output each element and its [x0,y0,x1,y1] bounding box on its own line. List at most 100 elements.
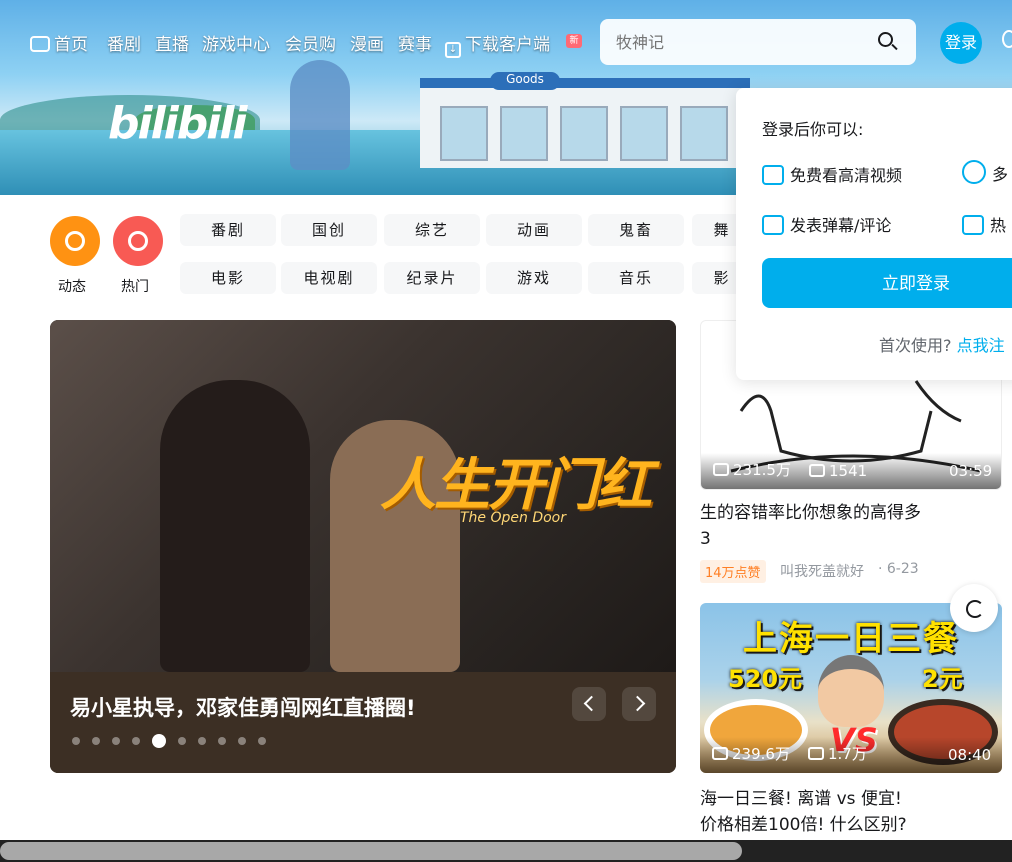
carousel-dot[interactable] [72,736,80,745]
store-window [680,106,728,161]
benefit-label: 热 [990,216,1007,235]
carousel-dot[interactable] [238,736,246,745]
channel-movie[interactable]: 电影 [180,262,276,294]
store-window [620,106,668,161]
search-icon-handle [891,43,898,51]
store-window [560,106,608,161]
view-count-value: 231.5万 [733,461,791,479]
view-count: 239.6万 [712,743,790,764]
nav-game-center[interactable]: 游戏中心 [202,30,270,55]
danmaku-count-value: 1.7万 [828,745,867,763]
top-nav: 首页 番剧 直播 游戏中心 会员购 漫画 赛事 ↓下载客户端 新 登录 [0,0,1012,80]
hot-label[interactable]: 热门 [121,276,149,296]
benefit-hd-video: 免费看高清视频 [762,162,902,186]
nav-esports[interactable]: 赛事 [398,30,432,55]
benefit-comment: 发表弹幕/评论 [762,212,891,236]
danmaku-icon [809,464,825,477]
channel-documentary[interactable]: 纪录片 [384,262,480,294]
thumbnail-person [818,655,884,727]
store-window [440,106,488,161]
tv-icon [30,36,50,52]
video-duration: 08:40 [948,746,992,764]
popover-title: 登录后你可以: [762,120,864,139]
poster-figure [160,380,310,672]
view-count-value: 239.6万 [732,745,790,763]
first-use-label: 首次使用? [879,336,952,355]
hot-video-icon [962,215,984,235]
carousel-indicators [72,730,278,748]
carousel-dot[interactable] [218,736,226,745]
carousel-slide-image[interactable]: 人生开门红 The Open Door [50,320,676,672]
scrollbar-thumb[interactable] [0,842,742,860]
nav-home[interactable]: 首页 [30,30,88,55]
nav-home-label: 首页 [54,35,88,55]
login-avatar-button[interactable]: 登录 [940,22,982,64]
benefit-label: 多 [992,165,1009,184]
vip-icon[interactable] [1002,30,1012,48]
search-bar [600,19,916,65]
download-icon: ↓ [445,42,461,58]
carousel-dot[interactable] [132,736,140,745]
login-now-button[interactable]: 立即登录 [762,258,1012,308]
register-link[interactable]: 点我注 [957,336,1005,355]
play-icon [713,463,729,476]
nav-vip-shop[interactable]: 会员购 [285,30,336,55]
nav-live[interactable]: 直播 [155,30,189,55]
banner-store: Goods [420,72,750,168]
thumbnail-stats: 231.5万 1541 03:59 [701,453,1001,489]
likes-badge: 14万点赞 [700,560,766,583]
video-title-line: 生的容错率比你想象的高得多 [700,503,921,523]
thumbnail-price: 520元 [728,665,803,693]
nav-manga[interactable]: 漫画 [350,30,384,55]
channel-guochuang[interactable]: 国创 [281,214,377,246]
dynamic-button[interactable] [50,216,100,266]
channel-music[interactable]: 音乐 [588,262,684,294]
danmaku-list-icon [762,215,784,235]
video-title-line: 价格相差100倍! 什么区别? [700,815,907,835]
play-icon [712,747,728,760]
dynamic-icon [65,231,85,251]
benefit-multi: 多 [962,160,1008,185]
danmaku-count: 1541 [809,462,867,480]
search-input[interactable] [614,28,826,56]
nav-download[interactable]: ↓ 下载客户端 [445,30,550,58]
video-title[interactable]: 海一日三餐! 离谱 vs 便宜! 价格相差100倍! 什么区别? [700,786,1002,838]
video-card-thumbnail[interactable]: 上海一日三餐 520元 2元 VS 239.6万 1.7万 08:40 [700,603,1002,773]
poster-subtitle: The Open Door [460,510,566,526]
channel-animation[interactable]: 动画 [486,214,582,246]
refresh-icon[interactable] [950,584,998,632]
carousel-next-button[interactable] [622,687,656,721]
uploader-name[interactable]: 叫我死盖就好 [780,561,864,581]
video-title-line: 3 [700,529,711,549]
channel-variety[interactable]: 综艺 [384,214,480,246]
benefit-hot: 热 [962,212,1006,236]
dynamic-label[interactable]: 动态 [58,276,86,296]
carousel-dot[interactable] [178,736,186,745]
hot-button[interactable] [113,216,163,266]
benefit-label: 发表弹幕/评论 [790,216,892,235]
carousel-dot[interactable] [112,736,120,745]
channel-anime[interactable]: 番剧 [180,214,276,246]
channel-game[interactable]: 游戏 [486,262,582,294]
video-title[interactable]: 生的容错率比你想象的高得多 3 [700,500,1002,552]
bilibili-logo[interactable]: bilibili [108,98,247,149]
video-title-line: 海一日三餐! 离谱 vs 便宜! [700,789,902,809]
carousel-dot[interactable] [198,736,206,745]
poster-title: 人生开门红 [380,453,652,518]
search-button[interactable] [874,29,900,55]
carousel-prev-button[interactable] [572,687,606,721]
carousel-dot[interactable] [92,736,100,745]
channel-tv-drama[interactable]: 电视剧 [281,262,377,294]
nav-download-label: 下载客户端 [465,35,550,55]
clock-icon [962,160,986,184]
carousel-dot[interactable] [152,733,166,748]
new-badge: 新 [566,34,582,48]
nav-anime[interactable]: 番剧 [107,30,141,55]
channel-kichiku[interactable]: 鬼畜 [588,214,684,246]
carousel-caption[interactable]: 易小星执导，邓家佳勇闯网红直播圈! [70,692,416,722]
hd-video-icon [762,165,784,185]
publish-date: · 6-23 [878,561,919,577]
carousel-dot[interactable] [258,736,266,745]
benefit-label: 免费看高清视频 [790,166,903,185]
thumbnail-stats: 239.6万 1.7万 08:40 [700,737,1002,773]
